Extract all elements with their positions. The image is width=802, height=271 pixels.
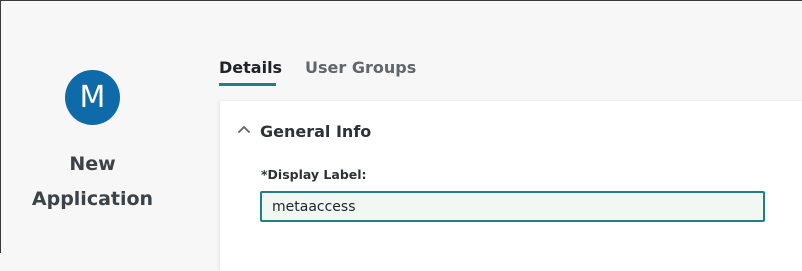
avatar: M xyxy=(65,70,120,125)
display-label-field-label: *Display Label: xyxy=(261,167,367,182)
application-window: M New Application Details User Groups Ge… xyxy=(0,0,802,271)
chevron-up-icon xyxy=(238,126,250,133)
tab-user-groups[interactable]: User Groups xyxy=(305,57,416,79)
display-label-input[interactable] xyxy=(260,191,765,222)
application-name: New Application xyxy=(31,153,154,210)
tab-details[interactable]: Details xyxy=(219,57,282,79)
active-tab-indicator xyxy=(219,83,276,86)
section-title: General Info xyxy=(260,122,372,141)
application-summary-panel: M New Application xyxy=(1,1,191,254)
